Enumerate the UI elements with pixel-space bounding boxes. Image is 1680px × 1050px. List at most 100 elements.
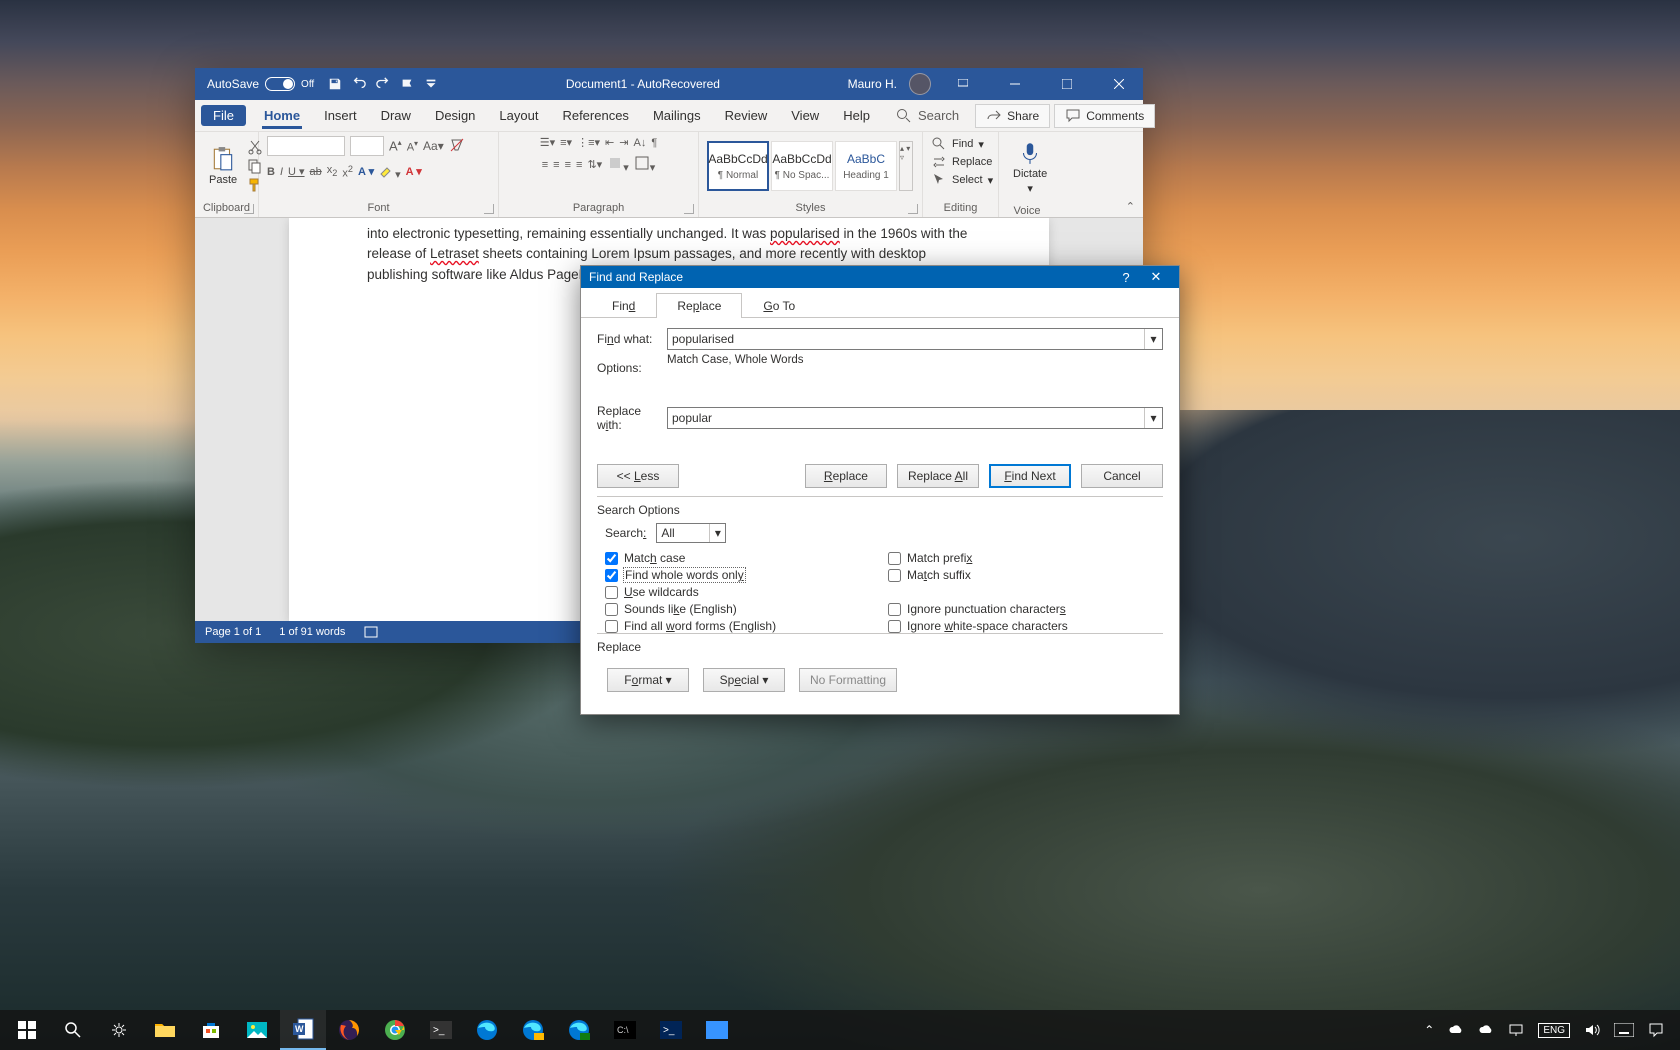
dropdown-icon[interactable]: ▾ [709,524,725,542]
powershell-button[interactable]: >_ [648,1010,694,1050]
clipboard-launcher-icon[interactable] [244,204,254,214]
dropdown-icon[interactable]: ▾ [1144,408,1162,428]
tab-mailings[interactable]: Mailings [641,102,713,129]
tab-find[interactable]: Find [591,293,656,318]
replace-button[interactable]: Replace [931,154,992,170]
font-family-combo[interactable] [267,136,345,156]
terminal-button[interactable]: >_ [418,1010,464,1050]
toggle-switch[interactable] [265,77,295,91]
replace-all-button[interactable]: Replace All [897,464,979,488]
font-launcher-icon[interactable] [484,204,494,214]
tell-me-search[interactable]: Search [896,108,959,124]
onedrive-icon[interactable] [1448,1022,1464,1038]
chrome-button[interactable] [372,1010,418,1050]
highlight-icon[interactable]: ▾ [379,162,401,181]
style-normal[interactable]: AaBbCcDd¶ Normal [707,141,769,191]
style-heading1[interactable]: AaBbCHeading 1 [835,141,897,191]
dropdown-icon[interactable]: ▾ [1144,329,1162,349]
dictate-button[interactable]: Dictate▾ [1007,136,1053,199]
language-indicator[interactable]: ENG [1538,1023,1570,1038]
whole-words-checkbox[interactable]: Find whole words only [605,568,880,582]
align-center-icon[interactable]: ≡ [553,159,559,171]
search-direction-select[interactable]: All ▾ [656,523,726,543]
tab-file[interactable]: File [201,105,246,126]
word-forms-checkbox[interactable]: Find all word forms (English) [605,619,880,633]
firefox-button[interactable] [326,1010,372,1050]
subscript-icon[interactable]: x2 [327,164,338,178]
cancel-button[interactable]: Cancel [1081,464,1163,488]
tab-design[interactable]: Design [423,102,487,129]
maximize-button[interactable] [1047,68,1087,100]
sounds-like-checkbox[interactable]: Sounds like (English) [605,602,880,616]
edge-beta-button[interactable] [510,1010,556,1050]
shading-icon[interactable]: ▾ [607,155,629,174]
find-what-input[interactable]: popularised ▾ [667,328,1163,350]
share-button[interactable]: Share [975,104,1050,128]
ignore-whitespace-checkbox[interactable]: Ignore white-space characters [888,619,1163,633]
dialog-close-button[interactable]: ✕ [1141,269,1171,285]
edge-dev-button[interactable] [556,1010,602,1050]
bullets-icon[interactable]: ☰▾ [540,136,555,149]
cloud-icon[interactable] [1478,1022,1494,1038]
match-suffix-checkbox[interactable]: Match suffix [888,568,1163,582]
font-color-icon[interactable]: A ▾ [406,165,422,178]
show-marks-icon[interactable]: ¶ [651,137,657,149]
ignore-punct-checkbox[interactable]: Ignore punctuation characters [888,602,1163,616]
qat-icon[interactable] [400,77,414,91]
styles-launcher-icon[interactable] [908,204,918,214]
page-count[interactable]: Page 1 of 1 [205,626,261,638]
tab-help[interactable]: Help [831,102,882,129]
tab-goto[interactable]: Go To [742,293,816,318]
redo-icon[interactable] [376,77,390,91]
keyboard-icon[interactable] [1614,1023,1634,1037]
tab-review[interactable]: Review [713,102,780,129]
word-count[interactable]: 1 of 91 words [279,626,345,638]
photos-button[interactable] [234,1010,280,1050]
change-case-icon[interactable]: Aa▾ [423,139,444,153]
comments-button[interactable]: Comments [1054,104,1155,128]
settings-button[interactable] [96,1010,142,1050]
paste-button[interactable]: Paste [203,142,243,190]
ribbon-display-icon[interactable] [943,68,983,100]
edge-button[interactable] [464,1010,510,1050]
tab-insert[interactable]: Insert [312,102,369,129]
undo-icon[interactable] [352,77,366,91]
volume-icon[interactable] [1584,1022,1600,1038]
tab-view[interactable]: View [779,102,831,129]
minimize-button[interactable] [995,68,1035,100]
special-button[interactable]: Special ▾ [703,668,785,692]
grow-font-icon[interactable]: A▴ [389,138,402,153]
collapse-ribbon-icon[interactable]: ⌃ [1126,200,1135,213]
tab-home[interactable]: Home [252,102,312,129]
tab-replace[interactable]: Replace [656,293,742,318]
font-size-combo[interactable] [350,136,384,156]
autosave-toggle[interactable]: AutoSave Off [207,77,314,91]
match-case-checkbox[interactable]: Match case [605,551,880,565]
find-button[interactable]: Find ▾ [931,136,984,152]
start-button[interactable] [4,1010,50,1050]
clear-format-icon[interactable] [449,137,465,156]
no-formatting-button[interactable]: No Formatting [799,668,897,692]
line-spacing-icon[interactable]: ⇅▾ [587,158,602,171]
bold-icon[interactable]: B [267,166,275,178]
superscript-icon[interactable]: x2 [342,164,353,180]
file-explorer-button[interactable] [142,1010,188,1050]
tab-layout[interactable]: Layout [487,102,550,129]
style-nospacing[interactable]: AaBbCcDd¶ No Spac... [771,141,833,191]
paragraph-launcher-icon[interactable] [684,204,694,214]
match-prefix-checkbox[interactable]: Match prefix [888,551,1163,565]
network-icon[interactable] [1508,1022,1524,1038]
word-button[interactable]: W [280,1010,326,1050]
replace-one-button[interactable]: Replace [805,464,887,488]
italic-icon[interactable]: I [280,166,283,178]
tray-chevron-icon[interactable]: ⌃ [1424,1023,1434,1037]
styles-scroll[interactable]: ▴ ▾ ▿ [899,141,913,191]
shrink-font-icon[interactable]: A▾ [407,139,418,154]
find-next-button[interactable]: Find Next [989,464,1071,488]
spellcheck-icon[interactable] [363,624,379,640]
dialog-title-bar[interactable]: Find and Replace ? ✕ [581,266,1179,288]
strike-icon[interactable]: ab [310,166,322,178]
select-button[interactable]: Select ▾ [931,172,993,188]
avatar[interactable] [909,73,931,95]
borders-icon[interactable]: ▾ [634,155,656,174]
